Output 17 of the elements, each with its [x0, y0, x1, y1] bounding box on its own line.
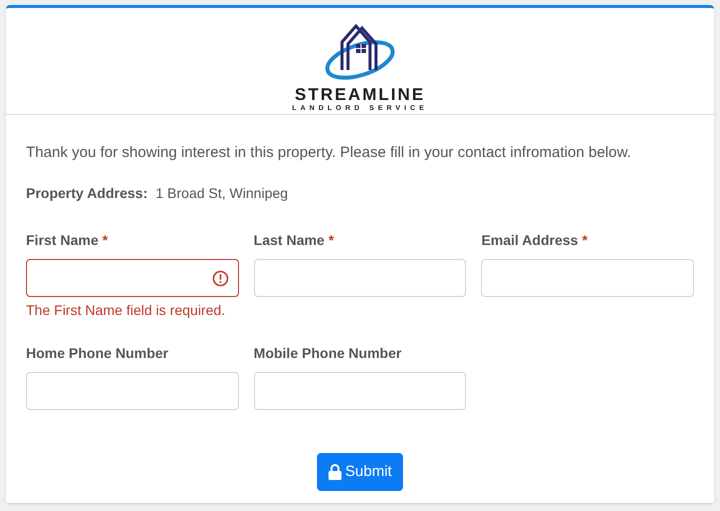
field-label: First Name [26, 231, 98, 250]
submit-button[interactable]: Submit [317, 453, 403, 491]
input-field[interactable] [26, 259, 239, 297]
required-mark: * [102, 231, 108, 250]
error-message: The First Name field is required. [26, 301, 226, 320]
field-label: Email Address [481, 231, 578, 250]
alert-icon [212, 270, 229, 286]
property-label: Property Address: [26, 184, 148, 203]
field-label: Mobile Phone Number [254, 344, 402, 363]
lock-icon [328, 464, 342, 480]
required-mark: * [582, 231, 588, 250]
intro-text: Thank you for showing interest in this property. Please fill in your contact infromation below. [26, 143, 632, 163]
field-label: Home Phone Number [26, 344, 168, 363]
logo-name: STREAMLINE [294, 86, 426, 104]
property-address: 1 Broad St, Winnipeg [156, 184, 288, 203]
field-label: Last Name [254, 231, 324, 250]
required-mark: * [328, 231, 334, 250]
